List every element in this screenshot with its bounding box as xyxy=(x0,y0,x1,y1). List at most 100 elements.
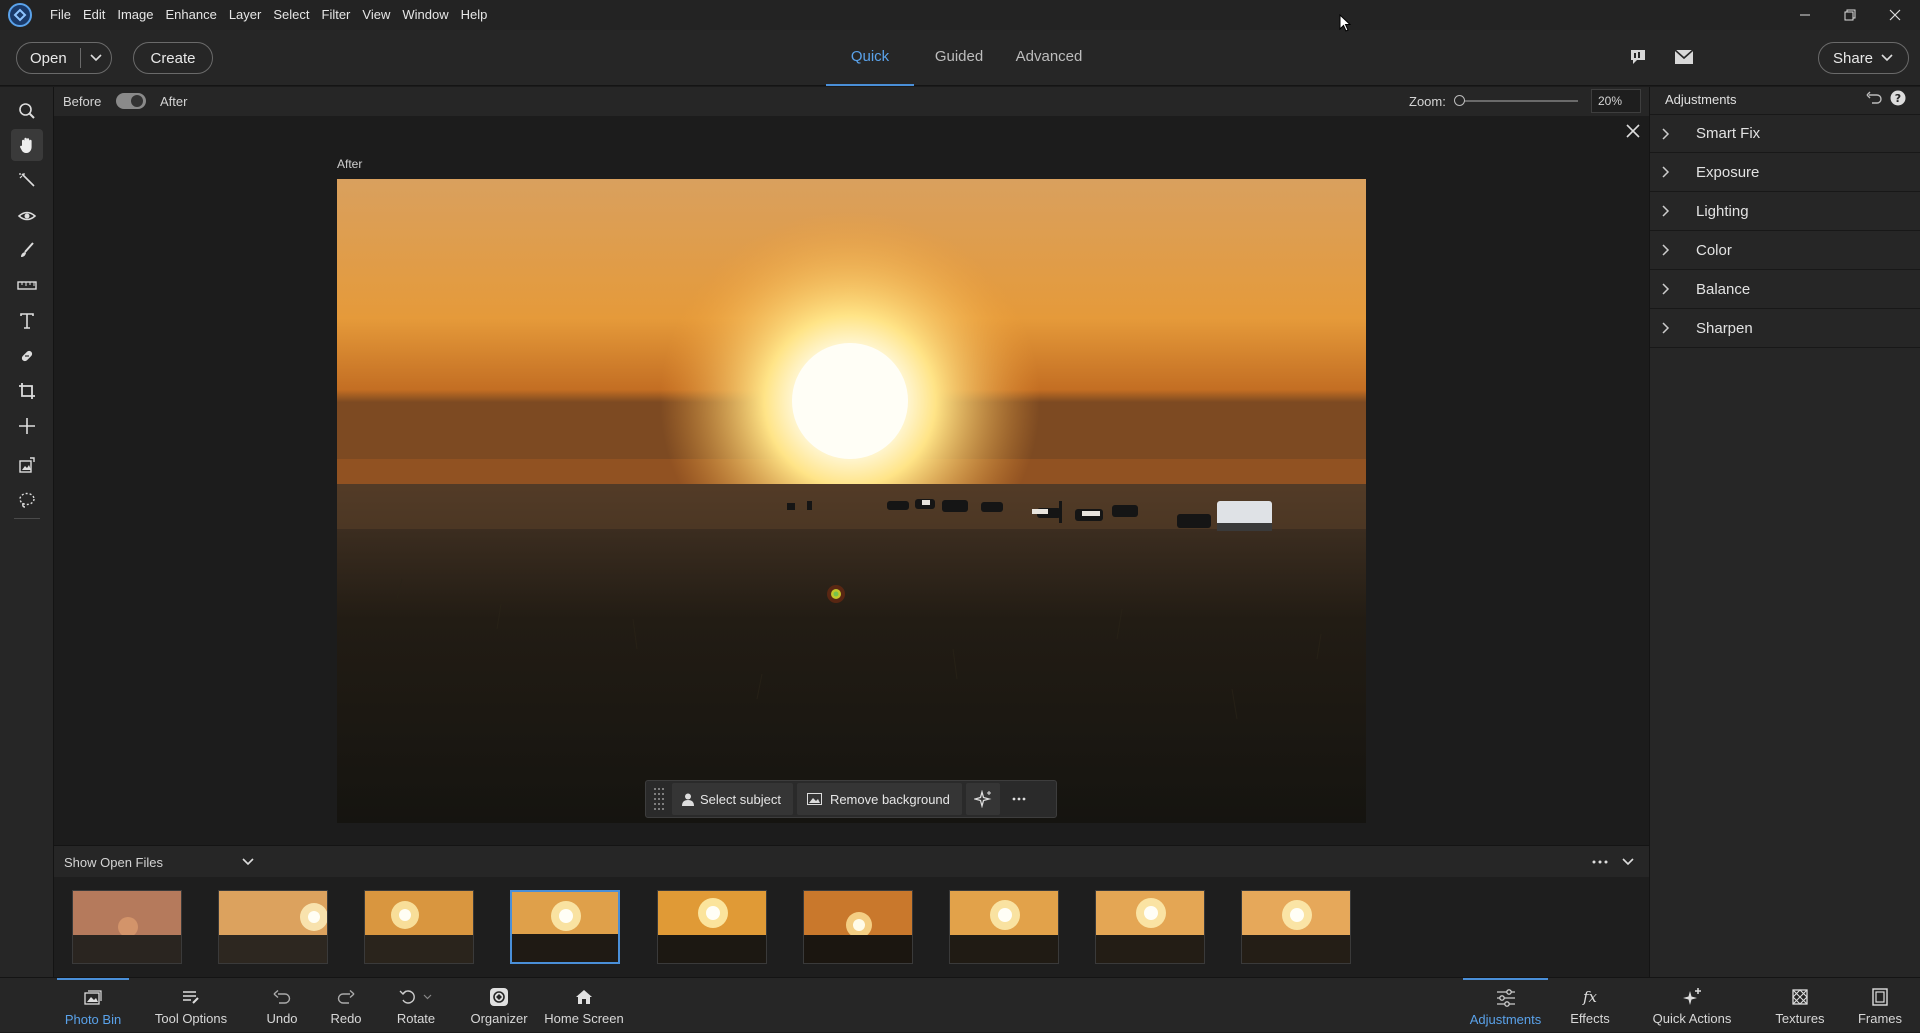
rotate-icon xyxy=(399,985,433,1009)
effects-tab-label: Effects xyxy=(1570,1011,1610,1026)
frames-tab-button[interactable]: Frames xyxy=(1850,978,1910,1033)
menu-file[interactable]: File xyxy=(44,0,77,30)
menu-edit[interactable]: Edit xyxy=(77,0,111,30)
bin-source-dropdown[interactable]: Show Open Files xyxy=(64,852,254,872)
menu-view[interactable]: View xyxy=(356,0,396,30)
restore-button[interactable] xyxy=(1827,0,1872,30)
adjustment-label: Smart Fix xyxy=(1696,125,1761,142)
menu-help[interactable]: Help xyxy=(455,0,494,30)
hand-tool[interactable] xyxy=(11,129,43,161)
adjustment-color[interactable]: Color xyxy=(1650,231,1920,270)
adjustment-label: Balance xyxy=(1696,280,1751,298)
photo-thumbnail[interactable] xyxy=(364,890,474,964)
adjustment-balance[interactable]: Balance xyxy=(1650,270,1920,309)
textures-tab-button[interactable]: Textures xyxy=(1765,978,1835,1033)
spot-healing-tool[interactable] xyxy=(11,340,43,372)
content-aware-move-tool[interactable] xyxy=(11,449,43,481)
photo-bin-button[interactable]: Photo Bin xyxy=(57,978,129,1033)
menu-enhance[interactable]: Enhance xyxy=(160,0,223,30)
drag-handle-icon[interactable] xyxy=(652,784,666,814)
move-tool[interactable] xyxy=(11,410,43,442)
photo-thumbnail[interactable] xyxy=(218,890,328,964)
photo-thumbnail[interactable] xyxy=(1241,890,1351,964)
adjustment-lighting[interactable]: Lighting xyxy=(1650,192,1920,231)
zoom-slider-handle[interactable] xyxy=(1454,95,1465,106)
undo-button[interactable]: Undo xyxy=(257,978,307,1033)
redo-button[interactable]: Redo xyxy=(321,978,371,1033)
auto-enhance-button[interactable] xyxy=(965,783,1000,815)
sliders-icon xyxy=(1496,986,1516,1010)
photo-bin-icon xyxy=(84,986,102,1010)
before-after-toggle[interactable] xyxy=(116,93,146,109)
photo-thumbnail[interactable] xyxy=(949,890,1059,964)
tool-options-icon xyxy=(182,985,200,1009)
zoom-value-field[interactable]: 20% xyxy=(1591,89,1641,113)
select-subject-button[interactable]: Select subject xyxy=(672,783,793,815)
type-tool[interactable] xyxy=(11,305,43,337)
zoom-slider[interactable] xyxy=(1454,95,1578,106)
adjustment-sharpen[interactable]: Sharpen xyxy=(1650,309,1920,348)
straighten-tool[interactable] xyxy=(11,269,43,301)
photo-thumbnail[interactable] xyxy=(803,890,913,964)
textures-icon xyxy=(1792,985,1808,1009)
organizer-button[interactable]: Organizer xyxy=(464,978,534,1033)
fx-icon: fx xyxy=(1580,985,1600,1009)
quick-selection-tool[interactable] xyxy=(11,165,43,197)
tab-guided[interactable]: Guided xyxy=(914,30,1004,86)
photo-canvas[interactable] xyxy=(337,179,1366,823)
reset-icon[interactable] xyxy=(1866,91,1882,105)
tab-advanced[interactable]: Advanced xyxy=(1004,30,1094,86)
help-icon[interactable]: ? xyxy=(1890,90,1906,106)
photo-bin-strip xyxy=(54,877,1649,977)
minimize-button[interactable] xyxy=(1782,0,1827,30)
quick-actions-tab-button[interactable]: Quick Actions xyxy=(1642,978,1742,1033)
close-image-button[interactable] xyxy=(1626,124,1640,138)
organizer-icon xyxy=(489,985,509,1009)
menu-layer[interactable]: Layer xyxy=(223,0,268,30)
crop-tool[interactable] xyxy=(11,375,43,407)
share-label: Share xyxy=(1833,49,1874,67)
menu-image[interactable]: Image xyxy=(111,0,159,30)
zoom-label: Zoom: xyxy=(1409,94,1446,109)
bin-collapse-icon[interactable] xyxy=(1622,858,1634,866)
menu-window[interactable]: Window xyxy=(396,0,454,30)
close-window-button[interactable] xyxy=(1872,0,1917,30)
photo-thumbnail[interactable] xyxy=(1095,890,1205,964)
create-button[interactable]: Create xyxy=(133,42,213,74)
bin-more-icon[interactable] xyxy=(1592,860,1608,864)
menu-select[interactable]: Select xyxy=(267,0,315,30)
red-eye-tool[interactable] xyxy=(11,200,43,232)
lasso-tool[interactable] xyxy=(11,484,43,516)
textures-tab-label: Textures xyxy=(1775,1011,1825,1026)
zoom-icon xyxy=(18,102,36,120)
adjustment-smart-fix[interactable]: Smart Fix xyxy=(1650,114,1920,153)
adjustment-label: Color xyxy=(1696,241,1732,259)
tool-options-label: Tool Options xyxy=(154,1011,228,1026)
image-caption: After xyxy=(337,157,363,171)
adjustment-exposure[interactable]: Exposure xyxy=(1650,153,1920,192)
tool-options-button[interactable]: Tool Options xyxy=(148,978,234,1033)
rotate-button[interactable]: Rotate xyxy=(390,978,442,1033)
feedback-icon[interactable] xyxy=(1628,47,1648,67)
effects-tab-button[interactable]: fx Effects xyxy=(1562,978,1618,1033)
sunset-photo xyxy=(337,179,1366,823)
photo-thumbnail[interactable] xyxy=(72,890,182,964)
remove-background-button[interactable]: Remove background xyxy=(796,783,962,815)
home-screen-button[interactable]: Home Screen xyxy=(538,978,630,1033)
open-button[interactable]: Open xyxy=(17,50,80,67)
brush-tool[interactable] xyxy=(11,234,43,266)
photo-bin-header: Show Open Files xyxy=(54,845,1649,877)
photo-thumbnail[interactable] xyxy=(657,890,767,964)
open-dropdown-button[interactable] xyxy=(81,54,111,62)
zoom-tool[interactable] xyxy=(11,95,43,127)
redo-label: Redo xyxy=(330,1011,362,1026)
more-options-icon[interactable] xyxy=(1012,797,1026,801)
adjustments-panel: Adjustments ? Smart Fix Exposure Lightin… xyxy=(1649,87,1920,977)
messages-icon[interactable] xyxy=(1674,49,1694,65)
menu-filter[interactable]: Filter xyxy=(316,0,357,30)
tab-quick[interactable]: Quick xyxy=(826,30,914,86)
adjustment-label: Exposure xyxy=(1696,163,1760,181)
adjustments-tab-button[interactable]: Adjustments xyxy=(1463,978,1548,1033)
photo-thumbnail-selected[interactable] xyxy=(510,890,620,964)
share-button[interactable]: Share xyxy=(1818,42,1909,74)
